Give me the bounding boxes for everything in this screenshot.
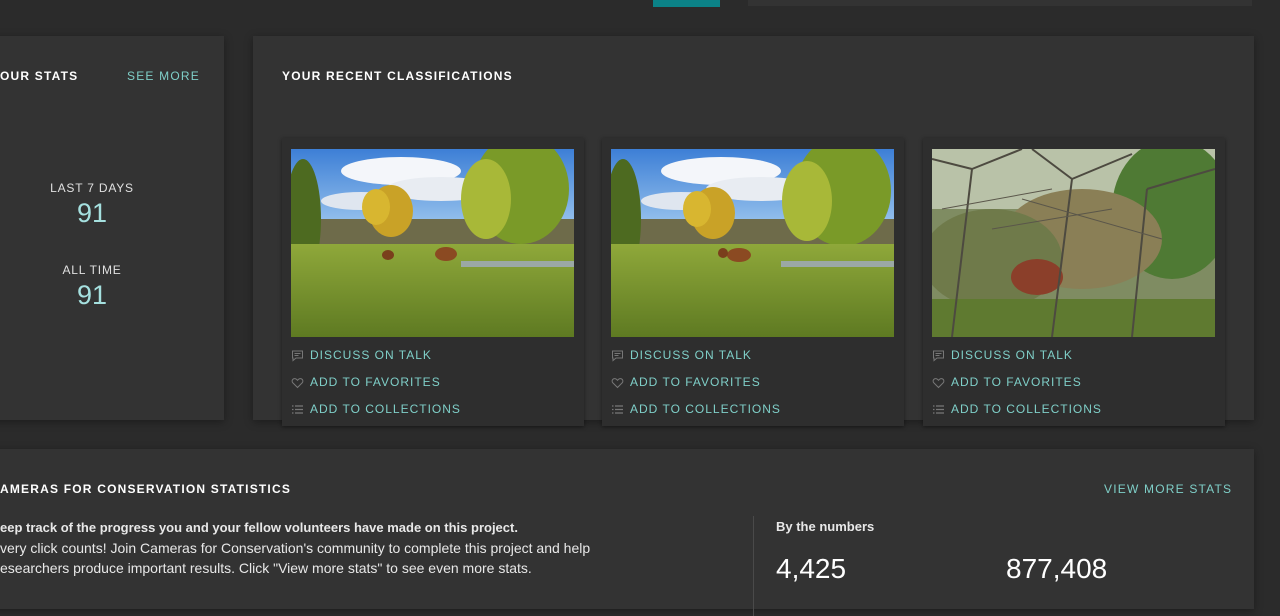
add-to-favorites-link[interactable]: ADD TO FAVORITES — [932, 375, 1082, 389]
add-to-favorites-link[interactable]: ADD TO FAVORITES — [611, 375, 761, 389]
project-statistics-title: AMERAS FOR CONSERVATION STATISTICS — [0, 482, 292, 496]
top-nav-bar — [748, 0, 1252, 6]
stats-title: OUR STATS — [0, 69, 79, 83]
collections-label: ADD TO COLLECTIONS — [310, 402, 461, 416]
add-to-collections-link[interactable]: ADD TO COLLECTIONS — [932, 402, 1102, 416]
see-more-link[interactable]: SEE MORE — [127, 69, 200, 83]
heart-icon — [291, 377, 304, 388]
description-line: very click counts! Join Cameras for Cons… — [0, 540, 591, 556]
add-to-favorites-link[interactable]: ADD TO FAVORITES — [291, 375, 441, 389]
stat-number: 877,408 — [1006, 553, 1108, 584]
collections-label: ADD TO COLLECTIONS — [951, 402, 1102, 416]
view-more-stats-link[interactable]: VIEW MORE STATS — [1104, 482, 1232, 496]
discuss-label: DISCUSS ON TALK — [951, 348, 1073, 362]
last-7-days-value: 91 — [76, 198, 108, 228]
discuss-on-talk-link[interactable]: DISCUSS ON TALK — [932, 348, 1073, 362]
classification-card: DISCUSS ON TALK ADD TO FAVORITES ADD TO … — [923, 138, 1225, 426]
recent-classifications-panel: YOUR RECENT CLASSIFICATIONS DISCUSS ON T… — [253, 36, 1254, 426]
list-icon — [292, 404, 303, 414]
add-to-collections-link[interactable]: ADD TO COLLECTIONS — [291, 402, 461, 416]
discuss-label: DISCUSS ON TALK — [310, 348, 432, 362]
meadow-cattle-image — [611, 149, 894, 337]
recent-classifications-title: YOUR RECENT CLASSIFICATIONS — [282, 69, 513, 83]
discuss-on-talk-link[interactable]: DISCUSS ON TALK — [291, 348, 432, 362]
classification-card: DISCUSS ON TALK ADD TO FAVORITES ADD TO … — [602, 138, 904, 426]
stat-number: 4,425 — [776, 553, 847, 584]
speech-bubble-icon — [933, 350, 944, 362]
favorites-label: ADD TO FAVORITES — [951, 375, 1082, 389]
speech-bubble-icon — [612, 350, 623, 362]
project-statistics-panel: AMERAS FOR CONSERVATION STATISTICS VIEW … — [0, 449, 1254, 616]
forest-cattle-image — [932, 149, 1215, 337]
your-stats-panel: OUR STATS SEE MORE LAST 7 DAYS 91 ALL TI… — [0, 36, 224, 420]
subject-thumbnail[interactable] — [932, 149, 1215, 337]
favorites-label: ADD TO FAVORITES — [630, 375, 761, 389]
section-divider — [753, 516, 754, 616]
add-to-collections-link[interactable]: ADD TO COLLECTIONS — [611, 402, 781, 416]
speech-bubble-icon — [292, 350, 303, 362]
classification-card: DISCUSS ON TALK ADD TO FAVORITES ADD TO … — [282, 138, 584, 426]
list-icon — [933, 404, 944, 414]
all-time-value: 91 — [76, 280, 108, 310]
subject-thumbnail[interactable] — [291, 149, 574, 337]
list-icon — [612, 404, 623, 414]
all-time-label: ALL TIME — [62, 263, 122, 277]
last-7-days-label: LAST 7 DAYS — [50, 181, 134, 195]
subject-thumbnail[interactable] — [611, 149, 894, 337]
description-lead: eep track of the progress you and your f… — [0, 520, 518, 535]
heart-icon — [932, 377, 945, 388]
project-description: eep track of the progress you and your f… — [0, 518, 720, 578]
by-the-numbers-label: By the numbers — [776, 519, 875, 534]
discuss-on-talk-link[interactable]: DISCUSS ON TALK — [611, 348, 752, 362]
favorites-label: ADD TO FAVORITES — [310, 375, 441, 389]
collections-label: ADD TO COLLECTIONS — [630, 402, 781, 416]
discuss-label: DISCUSS ON TALK — [630, 348, 752, 362]
description-line: esearchers produce important results. Cl… — [0, 560, 532, 576]
meadow-cattle-image — [291, 149, 574, 337]
heart-icon — [611, 377, 624, 388]
top-nav-button[interactable] — [653, 0, 720, 7]
